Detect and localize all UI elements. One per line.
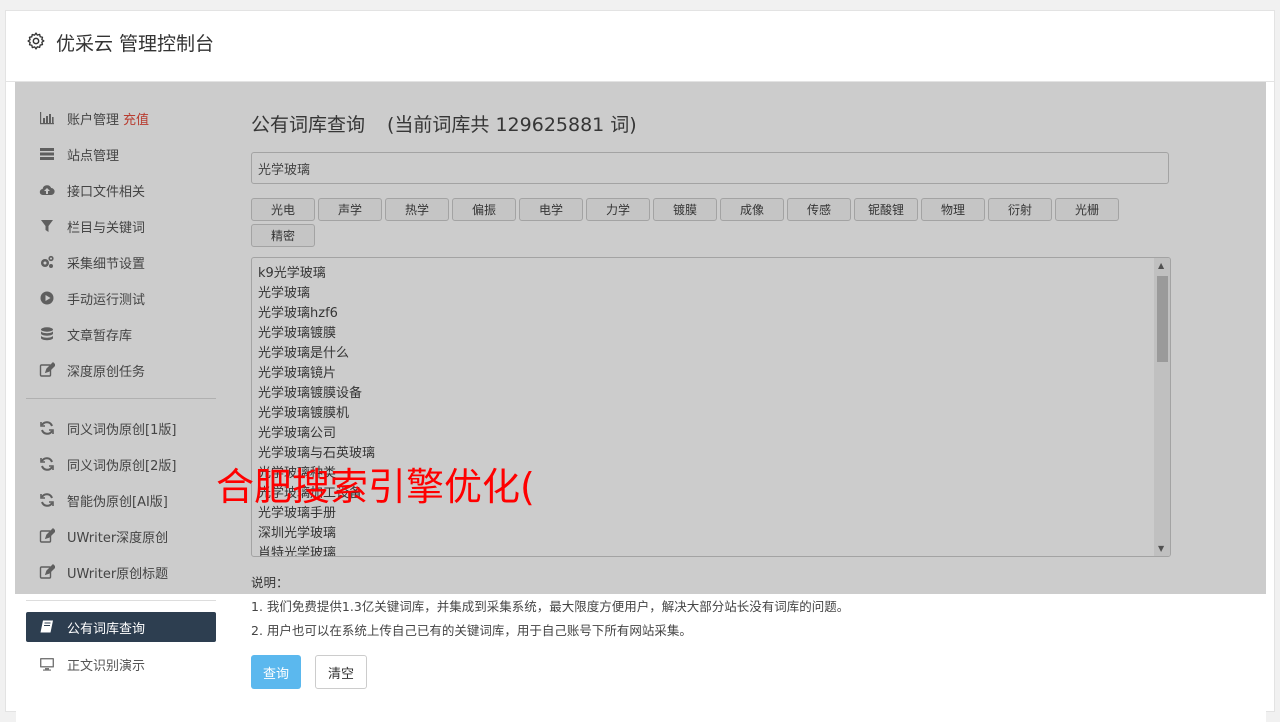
monitor-icon	[38, 655, 56, 673]
sidebar-divider	[26, 600, 216, 601]
note-line: 1. 我们免费提供1.3亿关键词库，并集成到采集系统，最大限度方便用户，解决大部…	[251, 599, 850, 614]
gear-icon	[27, 32, 45, 50]
sidebar-item-label: 公有词库查询	[67, 621, 146, 637]
sidebar-item-text-recognition-demo[interactable]: 正文识别演示	[26, 646, 216, 682]
query-button[interactable]: 查询	[251, 655, 302, 689]
watermark-text: 合肥搜索引擎优化(	[216, 465, 535, 509]
book-icon	[38, 618, 56, 636]
note-line: 2. 用户也可以在系统上传自己已有的关键词库，用于自己账号下所有网站采集。	[251, 623, 692, 638]
clear-button[interactable]: 清空	[315, 655, 368, 689]
action-buttons: 查询 清空	[251, 655, 1171, 689]
sidebar-item-public-wordbank[interactable]: 公有词库查询	[26, 612, 216, 642]
sidebar-item-label: 正文识别演示	[67, 658, 146, 674]
top-bar: 优采云 管理控制台	[6, 11, 1274, 82]
modal-overlay	[15, 82, 1266, 594]
page-title: 优采云 管理控制台	[56, 33, 215, 55]
